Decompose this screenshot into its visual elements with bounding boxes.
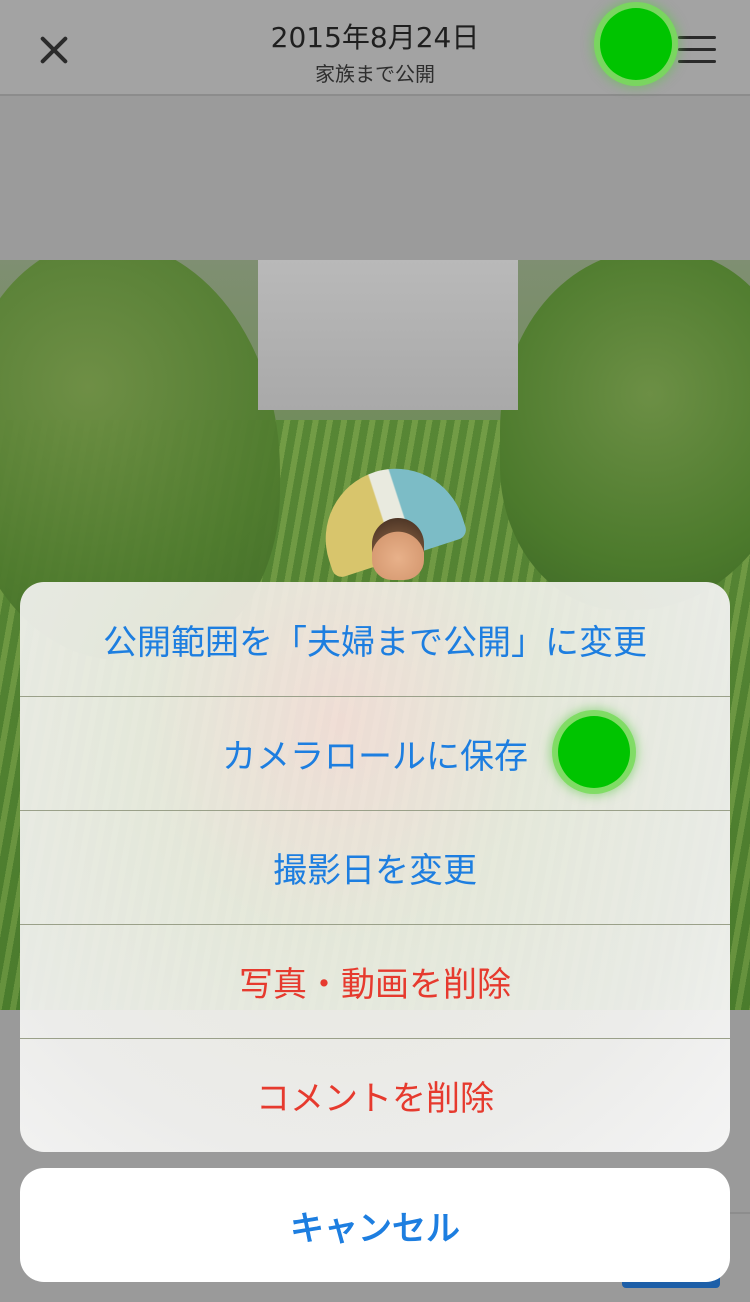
delete-photo-video-button[interactable]: 写真・動画を削除 (20, 924, 730, 1038)
change-visibility-button[interactable]: 公開範囲を「夫婦まで公開」に変更 (20, 582, 730, 696)
tap-indicator-save (558, 716, 630, 788)
action-sheet: 公開範囲を「夫婦まで公開」に変更 カメラロールに保存 撮影日を変更 写真・動画を… (20, 582, 730, 1152)
delete-comment-button[interactable]: コメントを削除 (20, 1038, 730, 1152)
cancel-button[interactable]: キャンセル (20, 1168, 730, 1282)
tap-indicator-menu (600, 8, 672, 80)
change-shooting-date-button[interactable]: 撮影日を変更 (20, 810, 730, 924)
